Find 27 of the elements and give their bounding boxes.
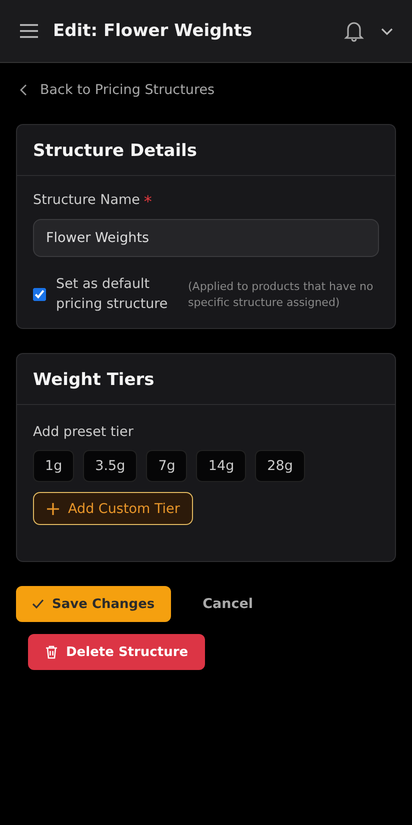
preset-tier-button[interactable]: 7g: [146, 450, 188, 482]
field-label: Add preset tier: [33, 424, 134, 440]
chevron-down-icon[interactable]: [380, 26, 394, 36]
trash-icon: [45, 645, 58, 660]
checkbox-label: Set as default pricing structure: [56, 275, 169, 314]
page-title: Edit: Flower Weights: [53, 21, 254, 41]
add-custom-tier-button[interactable]: Add Custom Tier: [33, 492, 193, 526]
hint-text: (Applied to products that have no specific structure assigned): [188, 278, 374, 310]
menu-icon[interactable]: [19, 23, 39, 39]
back-link[interactable]: Back to Pricing Structures: [20, 82, 215, 98]
preset-tier-button[interactable]: 1g: [33, 450, 74, 482]
card-title: Structure Details: [33, 141, 198, 161]
bell-icon[interactable]: [344, 20, 364, 42]
preset-tier-button[interactable]: 3.5g: [83, 450, 138, 482]
check-icon: [32, 599, 44, 610]
delete-button[interactable]: Delete Structure: [28, 634, 206, 670]
field-label: Structure Name: [33, 192, 140, 210]
save-button[interactable]: Save Changes: [16, 586, 171, 622]
default-checkbox[interactable]: [33, 288, 46, 302]
cancel-button[interactable]: Cancel: [198, 592, 258, 616]
name-input-field[interactable]: Flower Weights: [33, 219, 379, 257]
required-mark: *: [144, 192, 152, 211]
chevron-left-icon: [20, 84, 28, 96]
plus-icon: [46, 502, 60, 516]
card-title: Weight Tiers: [33, 370, 154, 390]
preset-tier-button[interactable]: 28g: [255, 450, 305, 482]
preset-tier-button[interactable]: 14g: [196, 450, 246, 482]
